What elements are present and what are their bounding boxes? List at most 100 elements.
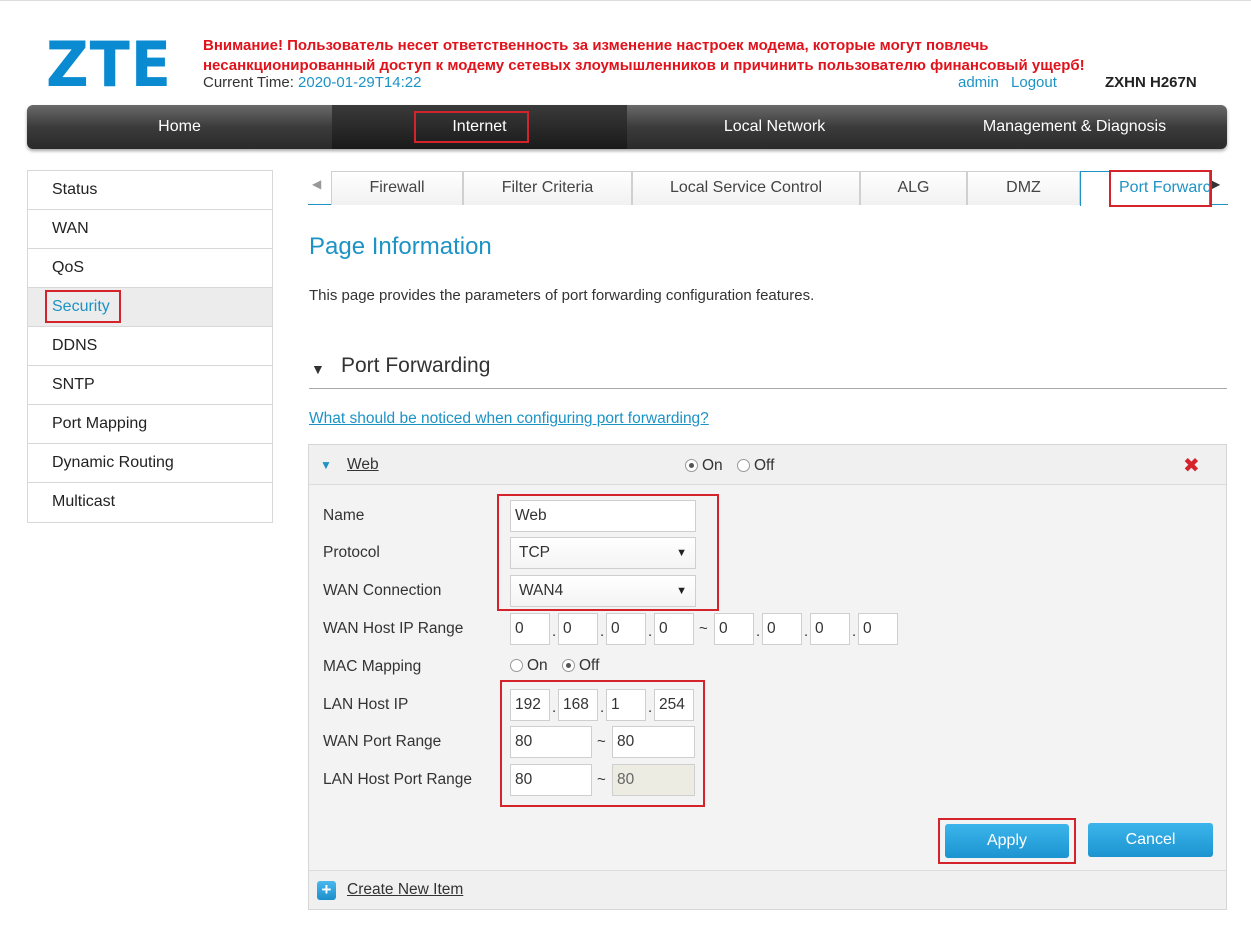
wan-ip-end-octet-2[interactable]: 0 (762, 613, 802, 645)
dot-separator: . (600, 699, 605, 716)
sidebar-item-port-mapping[interactable]: Port Mapping (28, 405, 272, 444)
port-forward-rule-panel: ▼ Web On Off ✖ Name Web Protocol TCP ▼ W… (308, 444, 1227, 910)
tab-local-service-control[interactable]: Local Service Control (632, 171, 860, 205)
wan-connection-value: WAN4 (519, 582, 564, 599)
top-navigation: Home Internet Local Network Management &… (27, 105, 1227, 149)
wan-ip-start-octet-3[interactable]: 0 (606, 613, 646, 645)
wan-ip-end-octet-4[interactable]: 0 (858, 613, 898, 645)
nav-management-diagnosis[interactable]: Management & Diagnosis (922, 105, 1227, 149)
lan-ip-octet-3[interactable]: 1 (606, 689, 646, 721)
rule-enable-off[interactable]: Off (737, 457, 774, 474)
sidebar: Status WAN QoS Security DDNS SNTP Port M… (27, 170, 273, 523)
wan-ip-end-octet-3[interactable]: 0 (810, 613, 850, 645)
wan-port-range-label: WAN Port Range (323, 733, 442, 750)
dot-separator: . (852, 623, 857, 640)
wan-ip-end-octet-1[interactable]: 0 (714, 613, 754, 645)
range-separator: ~ (699, 620, 708, 637)
top-border (0, 0, 1251, 1)
nav-home[interactable]: Home (27, 105, 332, 149)
page-description: This page provides the parameters of por… (309, 287, 815, 304)
rule-enable-on[interactable]: On (685, 457, 723, 474)
rule-enable-radios: On Off (685, 457, 784, 475)
sidebar-item-ddns[interactable]: DDNS (28, 327, 272, 366)
lan-ip-octet-4[interactable]: 254 (654, 689, 694, 721)
lan-host-port-range-label: LAN Host Port Range (323, 771, 473, 788)
user-links: admin Logout (958, 74, 1065, 91)
range-separator: ~ (597, 733, 606, 750)
dot-separator: . (804, 623, 809, 640)
sidebar-item-wan[interactable]: WAN (28, 210, 272, 249)
help-link[interactable]: What should be noticed when configuring … (309, 410, 709, 428)
wan-ip-start-octet-1[interactable]: 0 (510, 613, 550, 645)
rule-name-link[interactable]: Web (347, 456, 379, 474)
dot-separator: . (600, 623, 605, 640)
tab-alg[interactable]: ALG (860, 171, 967, 205)
sidebar-item-multicast[interactable]: Multicast (28, 483, 272, 522)
wan-ip-start-octet-4[interactable]: 0 (654, 613, 694, 645)
sidebar-item-dynamic-routing[interactable]: Dynamic Routing (28, 444, 272, 483)
lan-ip-octet-1[interactable]: 192 (510, 689, 550, 721)
mac-mapping-on[interactable]: On (510, 657, 548, 674)
section-header[interactable]: ▼ Port Forwarding (309, 352, 1227, 389)
tab-bar: ◀ Firewall Filter Criteria Local Service… (308, 171, 1228, 206)
nav-local-network[interactable]: Local Network (627, 105, 922, 149)
tab-scroll-left-icon[interactable]: ◀ (312, 177, 321, 191)
nav-internet[interactable]: Internet (332, 105, 627, 149)
wan-connection-select[interactable]: WAN4 ▼ (510, 575, 696, 607)
chevron-down-icon: ▼ (676, 585, 687, 597)
sidebar-item-sntp[interactable]: SNTP (28, 366, 272, 405)
create-new-item-link[interactable]: Create New Item (347, 881, 463, 899)
dot-separator: . (648, 623, 653, 640)
protocol-label: Protocol (323, 544, 380, 561)
current-time-value: 2020-01-29T14:22 (298, 74, 422, 91)
wan-ip-start-octet-2[interactable]: 0 (558, 613, 598, 645)
protocol-select[interactable]: TCP ▼ (510, 537, 696, 569)
warning-line-1: Внимание! Пользователь несет ответственн… (203, 37, 989, 54)
tab-firewall[interactable]: Firewall (331, 171, 463, 205)
dot-separator: . (648, 699, 653, 716)
wan-host-ip-range-label: WAN Host IP Range (323, 620, 464, 637)
dot-separator: . (552, 699, 557, 716)
sidebar-item-security[interactable]: Security (28, 288, 272, 327)
rule-collapse-icon[interactable]: ▼ (320, 458, 332, 472)
wan-connection-label: WAN Connection (323, 582, 442, 599)
mac-mapping-off[interactable]: Off (562, 657, 599, 674)
lan-ip-octet-2[interactable]: 168 (558, 689, 598, 721)
zte-logo: ZTE (46, 28, 172, 101)
warning-line-2: несанкционированный доступ к модему сете… (203, 57, 1085, 74)
tab-port-forwarding[interactable]: Port Forwarc (1080, 171, 1210, 206)
radio-off-icon[interactable] (737, 459, 750, 472)
lan-port-end-input: 80 (612, 764, 695, 796)
sidebar-item-qos[interactable]: QoS (28, 249, 272, 288)
delete-icon[interactable]: ✖ (1183, 453, 1200, 478)
logout-link[interactable]: Logout (1011, 74, 1057, 91)
radio-on-icon[interactable] (510, 659, 523, 672)
lan-host-ip-label: LAN Host IP (323, 696, 409, 713)
rule-header: ▼ Web On Off ✖ (309, 445, 1226, 485)
wan-port-start-input[interactable]: 80 (510, 726, 592, 758)
page-title: Page Information (309, 233, 492, 260)
admin-link[interactable]: admin (958, 74, 999, 91)
apply-button[interactable]: Apply (945, 824, 1069, 858)
sidebar-item-status[interactable]: Status (28, 171, 272, 210)
collapse-triangle-icon[interactable]: ▼ (311, 361, 325, 377)
device-model: ZXHN H267N (1105, 74, 1197, 91)
warning-message: Внимание! Пользователь несет ответственн… (203, 36, 1183, 76)
tab-scroll-right-icon[interactable]: ▶ (1211, 177, 1220, 191)
name-label: Name (323, 507, 365, 524)
radio-off-icon[interactable] (562, 659, 575, 672)
dot-separator: . (552, 623, 557, 640)
tab-filter-criteria[interactable]: Filter Criteria (463, 171, 632, 205)
name-input[interactable]: Web (510, 500, 696, 532)
dot-separator: . (756, 623, 761, 640)
mac-mapping-radios: On Off (510, 657, 609, 675)
cancel-button[interactable]: Cancel (1088, 823, 1213, 857)
tab-dmz[interactable]: DMZ (967, 171, 1080, 205)
plus-icon[interactable]: + (317, 881, 336, 900)
create-new-row: + Create New Item (309, 870, 1226, 909)
wan-port-end-input[interactable]: 80 (612, 726, 695, 758)
chevron-down-icon: ▼ (676, 547, 687, 559)
lan-port-start-input[interactable]: 80 (510, 764, 592, 796)
radio-on-icon[interactable] (685, 459, 698, 472)
protocol-value: TCP (519, 544, 550, 561)
